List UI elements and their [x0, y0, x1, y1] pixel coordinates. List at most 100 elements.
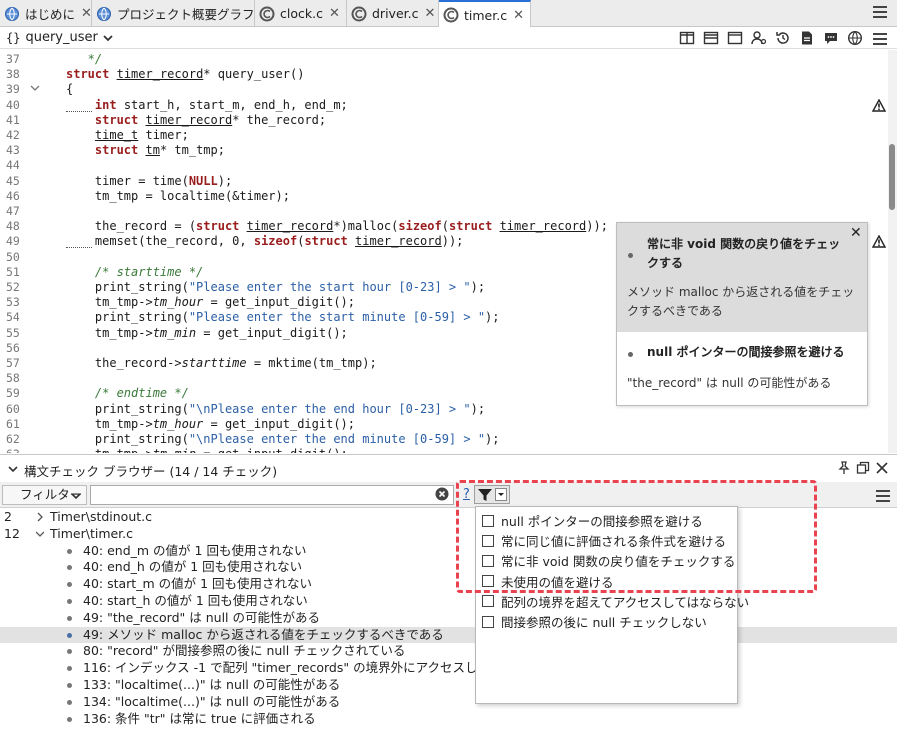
single-pane-icon[interactable]: [727, 30, 743, 46]
tab-label: driver.c: [372, 6, 419, 21]
chevron-right-icon[interactable]: [36, 512, 44, 522]
code-text: print_string("Please enter the start min…: [66, 310, 500, 325]
fold-toggle-icon[interactable]: [30, 84, 40, 92]
tree-row-label: 40: start_h の値が 1 回も使用されない: [83, 593, 308, 608]
filter-dropdown[interactable]: フィルター: [2, 485, 87, 505]
tab-close-icon[interactable]: ✕: [513, 8, 524, 23]
tree-check-row[interactable]: 134: "localtime(...)" は null の可能性がある: [0, 694, 897, 711]
tree-check-row[interactable]: 116: インデックス -1 で配列 "timer_records" の境界外に…: [0, 660, 897, 677]
code-line[interactable]: 41 struct timer_record* the_record;: [0, 113, 880, 128]
history-icon[interactable]: [775, 30, 791, 46]
code-text: tm_tmp->tm_hour = get_input_digit();: [66, 295, 355, 310]
code-line[interactable]: 44: [0, 158, 880, 173]
tree-check-row[interactable]: 40: start_m の値が 1 回も使用されない: [0, 576, 897, 593]
checkbox[interactable]: [482, 514, 494, 527]
chevron-down-icon[interactable]: [8, 465, 18, 473]
filter-menu-item[interactable]: null ポインターの間接参照を避ける: [482, 511, 703, 530]
tree-check-row[interactable]: 40: end_m の値が 1 回も使用されない: [0, 543, 897, 560]
globe-doc-icon: [96, 6, 112, 22]
check-result-tree: 2 Timer\stdinout.c 12 Timer\timer.c 40: end_…: [0, 509, 897, 731]
funnel-icon: [478, 489, 492, 501]
tree-check-row[interactable]: 40: start_h の値が 1 回も使用されない: [0, 593, 897, 610]
code-line[interactable]: 39{: [0, 82, 880, 97]
tree-check-row[interactable]: 136: 条件 "tr" は常に true に評価される: [0, 711, 897, 728]
filter-menu-item[interactable]: 配列の境界を超えてアクセスしてはならない: [482, 592, 749, 611]
function-selector[interactable]: {} query_user: [6, 30, 113, 45]
tree-check-row[interactable]: 80: "record" が間接参照の後に null チェックされている: [0, 643, 897, 660]
tree-check-row[interactable]: 49: "the_record" は null の可能性がある: [0, 610, 897, 627]
tab-close-icon[interactable]: ✕: [424, 6, 435, 21]
tree-check-row[interactable]: 133: "localtime(...)" は null の可能性がある: [0, 677, 897, 694]
tree-check-row[interactable]: 40: end_h の値が 1 回も使用されない: [0, 559, 897, 576]
filter-menu-item[interactable]: 未使用の値を避ける: [482, 572, 614, 591]
code-line[interactable]: 42 time_t timer;: [0, 128, 880, 143]
code-text: {: [66, 82, 74, 97]
code-line[interactable]: 63 tm_tmp->tm_min = get_input_digit();: [0, 447, 880, 453]
close-icon[interactable]: [875, 461, 889, 475]
code-line[interactable]: 46 tm_tmp = localtime(&timer);: [0, 189, 880, 204]
bullet-icon: [67, 666, 72, 672]
line-number: 53: [6, 295, 20, 310]
filter-menu-item-label: 常に同じ値に評価される条件式を避ける: [501, 534, 727, 550]
bullet-icon: [67, 565, 72, 571]
bullet-icon: [67, 548, 72, 554]
popup-bullet-icon: [628, 352, 633, 357]
globe-icon[interactable]: [847, 30, 863, 46]
pin-icon[interactable]: [837, 461, 851, 475]
code-line[interactable]: 43 struct tm* tm_tmp;: [0, 143, 880, 158]
check-hover-popup: ✕ 常に非 void 関数の戻り値をチェックする メソッド malloc から返…: [616, 222, 868, 406]
code-line[interactable]: 45 timer = time(NULL);: [0, 174, 880, 189]
editor-scrollbar-thumb[interactable]: [889, 144, 895, 210]
checkbox[interactable]: [482, 554, 494, 567]
tab-clock-c[interactable]: clock.c ✕: [255, 0, 347, 27]
user-settings-icon[interactable]: [751, 30, 767, 46]
function-selector-label: query_user: [25, 30, 98, 45]
editor-menu-icon[interactable]: [873, 33, 887, 48]
tab-close-icon[interactable]: ✕: [81, 6, 91, 21]
checkbox[interactable]: [482, 575, 494, 588]
tab-project-graph[interactable]: プロジェクト概要グラフ ✕: [92, 0, 255, 27]
code-text: memset(the_record, 0, sizeof(struct time…: [66, 234, 464, 249]
code-line[interactable]: 37 */: [0, 52, 880, 67]
tab-timer-c[interactable]: timer.c ✕: [439, 0, 531, 28]
line-number: 44: [6, 158, 20, 173]
tab-menu-icon[interactable]: [873, 6, 887, 18]
tree-check-row[interactable]: 49: メソッド malloc から返される値をチェックするべきである: [0, 626, 897, 644]
document-icon[interactable]: [799, 30, 815, 46]
split-horizontal-icon[interactable]: [703, 30, 719, 46]
checkbox[interactable]: [482, 534, 494, 547]
checkbox[interactable]: [482, 595, 494, 608]
warning-icon[interactable]: [872, 98, 886, 112]
filter-input[interactable]: [90, 485, 454, 505]
code-line[interactable]: 40 int start_h, start_m, end_h, end_m;: [0, 98, 880, 113]
popup-item2-title[interactable]: null ポインターの間接参照を避ける: [647, 343, 852, 362]
filter-menu-item[interactable]: 常に非 void 関数の戻り値をチェックする: [482, 551, 735, 570]
tab-driver-c[interactable]: driver.c ✕: [347, 0, 439, 27]
tab-hajimeni[interactable]: はじめに ✕: [0, 0, 92, 27]
float-window-icon[interactable]: [856, 461, 870, 475]
panel-menu-icon[interactable]: [876, 490, 890, 505]
code-line[interactable]: 47: [0, 204, 880, 219]
split-vertical-icon[interactable]: [679, 30, 695, 46]
tab-close-icon[interactable]: ✕: [329, 6, 340, 21]
checkbox[interactable]: [482, 615, 494, 628]
code-line[interactable]: 61 tm_tmp->tm_hour = get_input_digit();: [0, 417, 880, 432]
code-text: time_t timer;: [94, 128, 189, 142]
code-line[interactable]: 62 print_string("\nPlease enter the end …: [0, 432, 880, 447]
tree-file-row[interactable]: 2 Timer\stdinout.c: [0, 509, 897, 526]
warning-icon[interactable]: [872, 235, 886, 249]
line-number: 50: [6, 249, 20, 264]
filter-help-link[interactable]: ?: [463, 487, 470, 502]
tree-row-label: 133: "localtime(...)" は null の可能性がある: [83, 677, 341, 692]
filter-menu-item[interactable]: 常に同じ値に評価される条件式を避ける: [482, 531, 726, 550]
code-line[interactable]: 38 struct timer_record* query_user(): [0, 67, 880, 82]
comment-icon[interactable]: [823, 30, 839, 46]
chevron-down-icon[interactable]: [36, 529, 44, 539]
editor-scrollbar[interactable]: [888, 50, 897, 453]
popup-item2-desc: "the_record" は null の可能性がある: [627, 376, 832, 390]
check-filter-button[interactable]: [474, 485, 510, 504]
clear-filter-icon[interactable]: [435, 487, 449, 501]
tree-row-label: 40: start_m の値が 1 回も使用されない: [83, 576, 313, 592]
tree-file-row[interactable]: 12 Timer\timer.c: [0, 526, 897, 543]
filter-menu-item[interactable]: 間接参照の後に null チェックしない: [482, 612, 707, 631]
